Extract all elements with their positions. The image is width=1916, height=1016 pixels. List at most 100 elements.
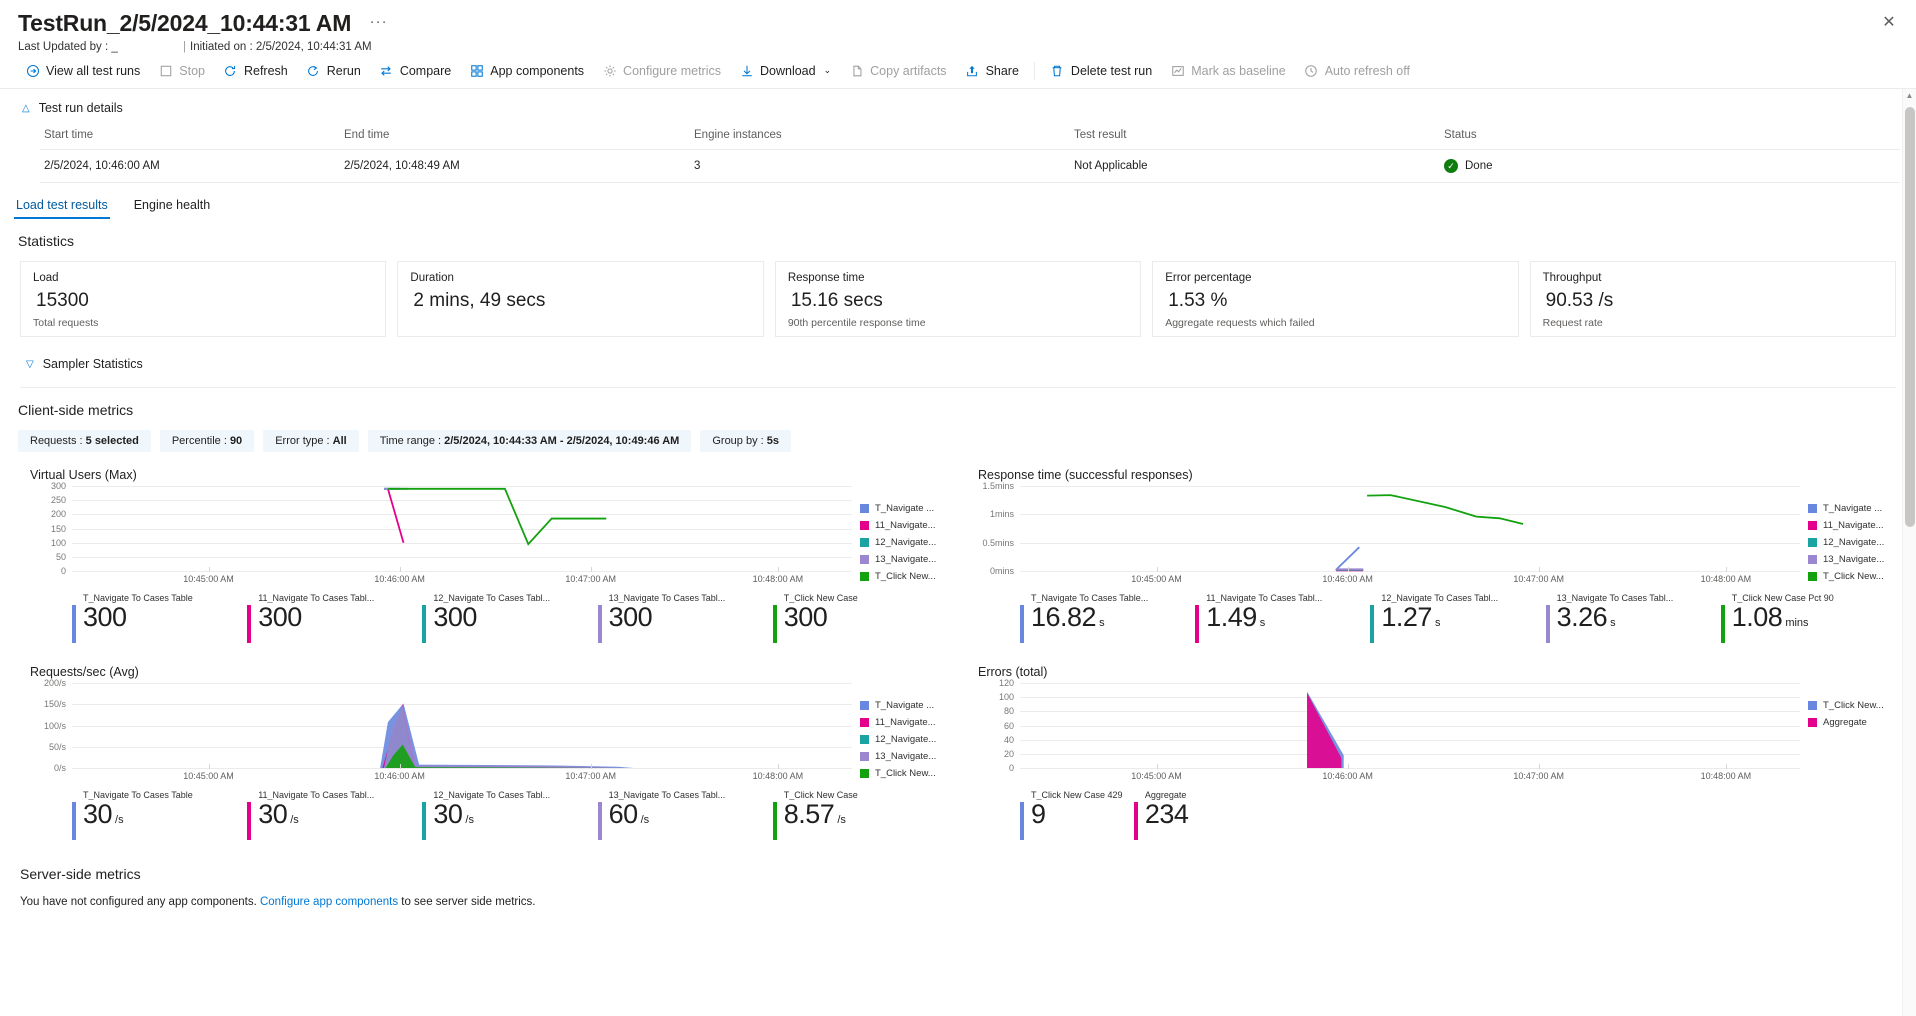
legend-item[interactable]: 12_Navigate... bbox=[860, 534, 948, 550]
filter-chip-percentile[interactable]: Percentile : 90 bbox=[159, 430, 255, 452]
chart-area-1 bbox=[382, 704, 618, 768]
y-axis-tick: 200 bbox=[50, 509, 66, 520]
x-axis-tick: 10:47:00 AM bbox=[1513, 574, 1564, 584]
chip-value: 2/5/2024, 10:44:33 AM - 2/5/2024, 10:49:… bbox=[444, 435, 680, 447]
legend-item[interactable]: Aggregate bbox=[1808, 714, 1896, 730]
toolbar-button-download[interactable]: Download ⌄ bbox=[730, 59, 840, 82]
chart-title: Response time (successful responses) bbox=[978, 468, 1193, 482]
legend-item[interactable]: 13_Navigate... bbox=[860, 551, 948, 567]
legend-item[interactable]: 13_Navigate... bbox=[860, 748, 948, 764]
metric-tile-value: 1.27 bbox=[1381, 602, 1432, 632]
test-run-page: TestRun_2/5/2024_10:44:31 AM ··· Last Up… bbox=[0, 0, 1916, 1016]
gear-icon bbox=[602, 63, 617, 78]
tab-load-test-results[interactable]: Load test results bbox=[14, 195, 110, 219]
legend-item[interactable]: T_Click New... bbox=[1808, 568, 1896, 584]
legend-item[interactable]: T_Navigate ... bbox=[1808, 500, 1896, 516]
chevron-up-icon: △ bbox=[22, 102, 30, 114]
tab-engine-health[interactable]: Engine health bbox=[132, 195, 212, 219]
stat-card-load: Load 15300 Total requests bbox=[20, 261, 387, 337]
chart-response-time: Response time (successful responses) 0min… bbox=[968, 462, 1896, 643]
metric-tile-color-bar bbox=[597, 802, 602, 840]
configure-app-components-link[interactable]: Configure app components bbox=[260, 896, 398, 908]
chart-plot-area: 0mins 0.5mins 1mins 1.5mins 10:45:00 AM 10:46… bbox=[968, 481, 1800, 588]
toolbar-button-configure-metrics: Configure metrics bbox=[593, 59, 730, 82]
chart-virtual-users: Virtual Users (Max) 0 50 100 150 200 250 300 10:… bbox=[20, 462, 948, 643]
more-options-icon[interactable]: ··· bbox=[370, 13, 388, 30]
legend-item[interactable]: T_Navigate ... bbox=[860, 697, 948, 713]
charts-container: Virtual Users (Max) 0 50 100 150 200 250 300 10:… bbox=[0, 452, 1916, 840]
metric-tiles: T_Navigate To Cases Table... 16.82 s 11_Nav… bbox=[1020, 588, 1896, 643]
toolbar-button-rerun[interactable]: Rerun bbox=[297, 59, 370, 82]
close-icon[interactable]: ✕ bbox=[1876, 10, 1902, 36]
test-run-details-title: Test run details bbox=[38, 101, 123, 115]
chevron-down-icon[interactable]: ⌄ bbox=[824, 65, 832, 76]
legend-item[interactable]: 13_Navigate... bbox=[1808, 551, 1896, 567]
toolbar-button-view-all-test-runs[interactable]: View all test runs bbox=[16, 59, 149, 82]
x-axis-tickmark bbox=[399, 567, 401, 572]
y-axis-tick: 200/s bbox=[43, 678, 66, 688]
stat-card-sub: Total requests bbox=[33, 317, 99, 329]
legend-swatch bbox=[860, 700, 869, 710]
legend-item[interactable]: T_Navigate ... bbox=[860, 500, 948, 516]
x-axis-tickmark bbox=[590, 567, 592, 572]
legend-item[interactable]: 11_Navigate... bbox=[860, 714, 948, 730]
vertical-scrollbar[interactable]: ▲ bbox=[1902, 89, 1916, 1016]
legend-item[interactable]: T_Click New... bbox=[1808, 697, 1896, 713]
legend-item[interactable]: T_Click New... bbox=[860, 765, 948, 781]
x-axis-tick: 10:45:00 AM bbox=[1131, 771, 1182, 781]
filter-chip-error-type[interactable]: Error type : All bbox=[263, 430, 359, 452]
legend-label: 13_Navigate... bbox=[875, 750, 937, 762]
y-axis-tick: 300 bbox=[50, 481, 66, 491]
results-tabs: Load test results Engine health bbox=[0, 183, 1916, 219]
legend-label: T_Navigate ... bbox=[1823, 502, 1883, 514]
toolbar-button-delete-test-run[interactable]: Delete test run bbox=[1041, 59, 1161, 82]
col-test-result: Test result bbox=[1070, 121, 1440, 150]
y-axis-tick: 60 bbox=[1003, 720, 1014, 731]
client-side-metrics-title: Client-side metrics bbox=[18, 402, 134, 418]
filter-chip-group-by[interactable]: Group by : 5s bbox=[700, 430, 792, 452]
toolbar-button-label: Copy artifacts bbox=[870, 63, 947, 78]
sampler-statistics-toggle[interactable]: ▽ Sampler Statistics bbox=[0, 337, 1916, 371]
metric-tile-value-row: 30/s bbox=[433, 800, 550, 828]
filter-chip-time-range[interactable]: Time range : 2/5/2024, 10:44:33 AM - 2/5… bbox=[367, 430, 692, 452]
toolbar-button-share[interactable]: Share bbox=[956, 59, 1028, 82]
col-end-time: End time bbox=[340, 121, 690, 150]
metric-tile-value: 60 bbox=[608, 799, 639, 829]
toolbar-button-app-components[interactable]: App components bbox=[460, 59, 593, 82]
scrollbar-thumb[interactable] bbox=[1905, 107, 1915, 527]
legend-item[interactable]: 11_Navigate... bbox=[1808, 517, 1896, 533]
metric-tile-text: T_Navigate To Cases Table 30/s bbox=[83, 789, 193, 840]
filter-chip-requests[interactable]: Requests : 5 selected bbox=[18, 430, 151, 452]
share-icon bbox=[965, 63, 980, 78]
toolbar-button-refresh[interactable]: Refresh bbox=[214, 59, 297, 82]
legend-item[interactable]: 11_Navigate... bbox=[860, 517, 948, 533]
legend-label: T_Click New... bbox=[1823, 699, 1884, 711]
test-run-details-table: Start time End time Engine instances Tes… bbox=[40, 121, 1900, 183]
chevron-down-icon: ▽ bbox=[26, 358, 34, 370]
metric-tile-unit: /s bbox=[115, 814, 124, 826]
metric-tile-value-row: 16.82 s bbox=[1031, 603, 1148, 631]
legend-item[interactable]: 12_Navigate... bbox=[1808, 534, 1896, 550]
scroll-up-arrow-icon[interactable]: ▲ bbox=[1903, 89, 1916, 103]
y-axis-tick: 150 bbox=[50, 523, 66, 534]
toolbar-button-compare[interactable]: Compare bbox=[370, 59, 460, 82]
x-axis-tickmark bbox=[1347, 764, 1349, 769]
chart-area-0 bbox=[380, 703, 634, 768]
x-axis-tickmark bbox=[777, 567, 779, 572]
test-run-details-toggle[interactable]: △ Test run details bbox=[0, 89, 1916, 121]
legend-item[interactable]: T_Click New... bbox=[860, 568, 948, 584]
metric-tile-value: 300 bbox=[608, 602, 653, 632]
statistics-title: Statistics bbox=[18, 233, 75, 249]
metric-tile: Aggregate 234 bbox=[1133, 789, 1248, 840]
chart-legend: T_Navigate ... 11_Navigate... 12_Navigate.… bbox=[852, 683, 948, 785]
chart-title: Virtual Users (Max) bbox=[30, 468, 137, 482]
x-axis-tickmark bbox=[208, 567, 210, 572]
metric-tile-text: 11_Navigate To Cases Tabl... 30/s bbox=[258, 789, 374, 840]
legend-item[interactable]: 12_Navigate... bbox=[860, 731, 948, 747]
metric-tiles: T_Click New Case 429 9 Aggregate 234 bbox=[1020, 785, 1896, 840]
stat-card-value: 2 mins, 49 secs bbox=[413, 290, 546, 311]
legend-label: Aggregate bbox=[1823, 716, 1867, 728]
x-axis-tickmark bbox=[1347, 567, 1349, 572]
metric-tile-color-bar bbox=[1020, 802, 1024, 840]
page-header: TestRun_2/5/2024_10:44:31 AM ··· Last Up… bbox=[0, 0, 1916, 53]
